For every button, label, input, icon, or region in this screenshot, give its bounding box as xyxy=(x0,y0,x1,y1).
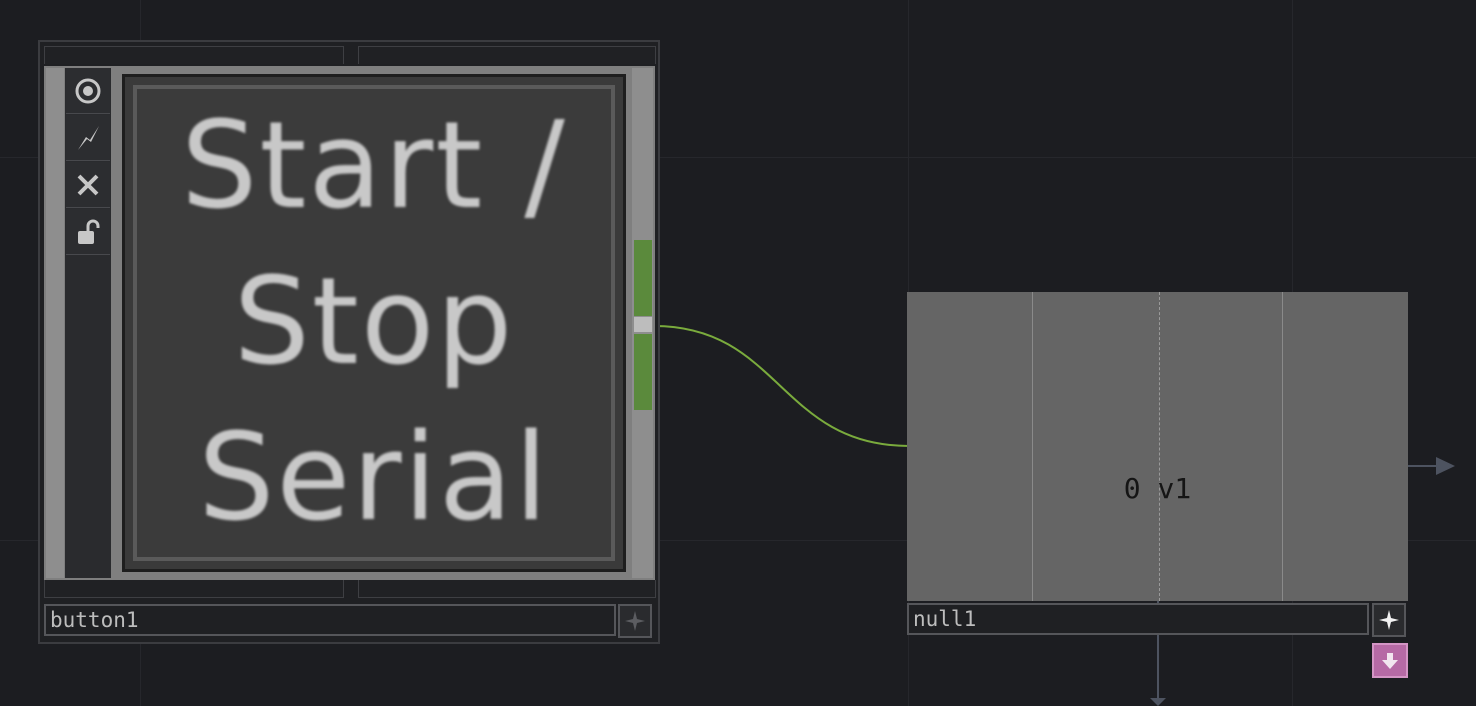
channel-value: 0 v1 xyxy=(1123,472,1192,505)
node-tab[interactable] xyxy=(358,580,656,598)
output-arrow-icon[interactable] xyxy=(1436,457,1455,475)
add-icon[interactable] xyxy=(618,604,652,638)
node-tab[interactable] xyxy=(358,46,656,64)
viewer-divider xyxy=(1032,292,1033,601)
close-icon[interactable] xyxy=(66,162,110,208)
node-tab[interactable] xyxy=(44,46,344,64)
down-arrow-icon[interactable] xyxy=(1150,698,1166,706)
connection-wire[interactable] xyxy=(653,325,910,447)
viewer-divider xyxy=(1282,292,1283,601)
start-stop-serial-button[interactable]: Start / Stop Serial xyxy=(122,74,626,572)
input-strip[interactable] xyxy=(46,68,64,578)
button-label-line-1: Start / xyxy=(181,97,567,236)
output-port-divider xyxy=(634,317,652,332)
display-flag-down-arrow-icon[interactable] xyxy=(1372,643,1408,678)
output-port[interactable] xyxy=(634,334,652,410)
null-viewer[interactable]: 0 v1 xyxy=(907,292,1408,601)
button-label-line-2: Stop xyxy=(233,253,515,392)
add-icon[interactable] xyxy=(1372,603,1406,637)
node-name-field[interactable]: null1 xyxy=(907,603,1369,635)
bypass-icon[interactable] xyxy=(66,115,110,161)
node-tab[interactable] xyxy=(44,580,344,598)
lock-icon[interactable] xyxy=(66,209,110,255)
node-name-field[interactable]: button1 xyxy=(44,604,616,636)
button-label-line-3: Serial xyxy=(198,409,550,548)
viewer-center-line xyxy=(1159,292,1160,601)
button-face-inner[interactable]: Start / Stop Serial xyxy=(133,85,615,561)
viewer-toggle-icon[interactable] xyxy=(66,68,110,114)
output-port[interactable] xyxy=(634,240,652,316)
